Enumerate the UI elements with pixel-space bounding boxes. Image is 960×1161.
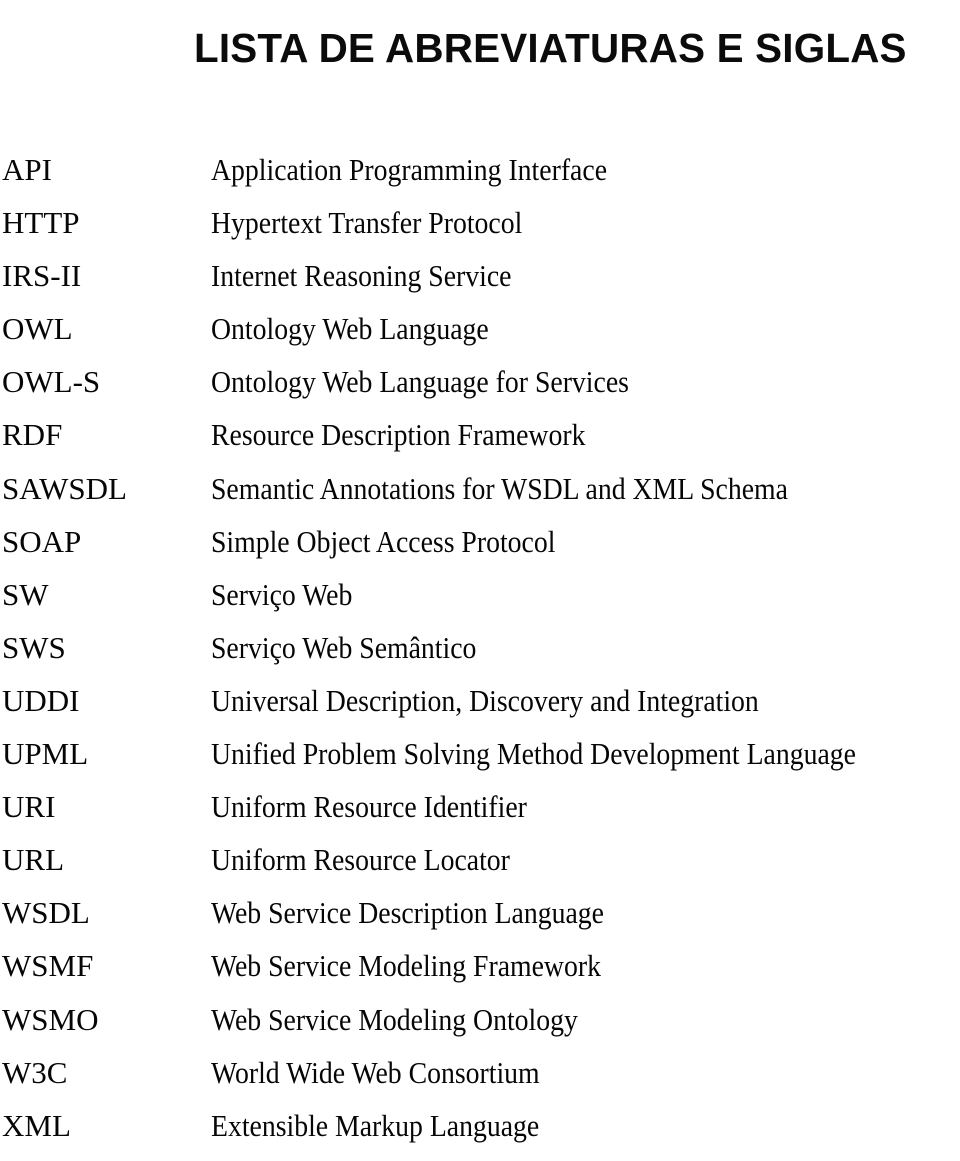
abbreviation-row: URI Uniform Resource Identifier bbox=[0, 789, 960, 842]
abbreviation-definition: Web Service Modeling Ontology bbox=[211, 1001, 578, 1037]
abbreviation-term: SW bbox=[2, 576, 49, 612]
abbreviation-term: SWS bbox=[2, 629, 66, 665]
abbreviation-term: UPML bbox=[2, 736, 89, 772]
abbreviation-row: RDF Resource Description Framework bbox=[0, 417, 960, 470]
abbreviation-definition: Extensible Markup Language bbox=[211, 1107, 540, 1143]
abbreviation-term: RDF bbox=[2, 417, 63, 453]
abbreviation-list: API Application Programming Interface HTTP… bbox=[0, 152, 960, 1161]
abbreviation-row: URL Uniform Resource Locator bbox=[0, 842, 960, 895]
abbreviation-row: API Application Programming Interface bbox=[0, 152, 960, 205]
abbreviation-term: WSMO bbox=[2, 1001, 99, 1037]
abbreviation-term: WSDL bbox=[2, 895, 90, 931]
abbreviation-term: API bbox=[2, 152, 52, 187]
abbreviation-row: SWS Serviço Web Semântico bbox=[0, 630, 960, 683]
abbreviation-term: OWL bbox=[2, 311, 73, 347]
abbreviation-definition: Application Programming Interface bbox=[211, 152, 608, 187]
abbreviation-definition: Uniform Resource Locator bbox=[211, 842, 510, 878]
abbreviation-definition: Web Service Modeling Framework bbox=[211, 948, 601, 984]
abbreviation-definition: Internet Reasoning Service bbox=[211, 258, 512, 294]
abbreviation-definition: Uniform Resource Identifier bbox=[211, 789, 527, 825]
abbreviation-term: WSMF bbox=[2, 948, 94, 984]
abbreviation-definition: Resource Description Framework bbox=[211, 417, 586, 453]
abbreviation-term: URL bbox=[2, 842, 64, 878]
abbreviation-row: XML Extensible Markup Language bbox=[0, 1108, 960, 1161]
abbreviation-row: HTTP Hypertext Transfer Protocol bbox=[0, 205, 960, 258]
document-page: LISTA DE ABREVIATURAS E SIGLAS API Applic… bbox=[0, 0, 960, 1156]
abbreviation-row: SAWSDL Semantic Annotations for WSDL and … bbox=[0, 471, 960, 524]
abbreviation-term: SOAP bbox=[2, 523, 82, 559]
abbreviation-row: SW Serviço Web bbox=[0, 577, 960, 630]
abbreviation-term: XML bbox=[2, 1107, 71, 1143]
abbreviation-row: OWL-S Ontology Web Language for Services bbox=[0, 364, 960, 417]
abbreviation-row: IRS-II Internet Reasoning Service bbox=[0, 258, 960, 311]
abbreviation-definition: Unified Problem Solving Method Developme… bbox=[211, 736, 856, 772]
abbreviation-term: IRS-II bbox=[2, 258, 82, 294]
abbreviation-definition: Semantic Annotations for WSDL and XML Sc… bbox=[211, 470, 788, 506]
abbreviation-definition: Hypertext Transfer Protocol bbox=[211, 205, 523, 241]
abbreviation-definition: Serviço Web Semântico bbox=[211, 629, 477, 665]
abbreviation-term: OWL-S bbox=[2, 364, 101, 400]
abbreviation-definition: Ontology Web Language for Services bbox=[211, 364, 629, 400]
abbreviation-row: OWL Ontology Web Language bbox=[0, 311, 960, 364]
abbreviation-row: WSMF Web Service Modeling Framework bbox=[0, 948, 960, 1001]
abbreviation-term: HTTP bbox=[2, 205, 80, 241]
abbreviation-term: W3C bbox=[2, 1054, 68, 1090]
abbreviation-definition: World Wide Web Consortium bbox=[211, 1054, 540, 1090]
abbreviation-row: SOAP Simple Object Access Protocol bbox=[0, 524, 960, 577]
abbreviation-term: SAWSDL bbox=[2, 470, 127, 506]
abbreviation-definition: Universal Description, Discovery and Int… bbox=[211, 682, 759, 718]
abbreviation-definition: Ontology Web Language bbox=[211, 311, 489, 347]
abbreviation-term: URI bbox=[2, 789, 56, 825]
abbreviation-row: UDDI Universal Description, Discovery and… bbox=[0, 683, 960, 736]
abbreviation-definition: Simple Object Access Protocol bbox=[211, 523, 556, 559]
abbreviation-row: WSDL Web Service Description Language bbox=[0, 895, 960, 948]
abbreviation-term: UDDI bbox=[2, 682, 80, 718]
abbreviation-definition: Serviço Web bbox=[211, 576, 353, 612]
page-title: LISTA DE ABREVIATURAS E SIGLAS bbox=[194, 25, 907, 72]
abbreviation-row: W3C World Wide Web Consortium bbox=[0, 1055, 960, 1108]
abbreviation-row: UPML Unified Problem Solving Method Devel… bbox=[0, 736, 960, 789]
abbreviation-row: WSMO Web Service Modeling Ontology bbox=[0, 1002, 960, 1055]
abbreviation-definition: Web Service Description Language bbox=[211, 895, 604, 931]
